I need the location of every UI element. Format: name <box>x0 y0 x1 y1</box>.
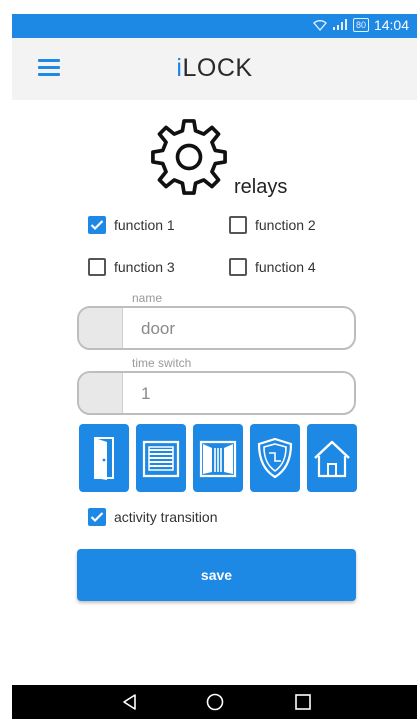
function-2-label: function 2 <box>255 217 316 233</box>
function-1-checkbox[interactable]: function 1 <box>88 216 175 234</box>
name-field[interactable]: door <box>77 306 356 350</box>
door-button[interactable] <box>79 424 129 492</box>
recents-icon[interactable] <box>294 693 312 711</box>
gate-icon <box>199 440 237 478</box>
app-title-rest: LOCK <box>182 54 253 82</box>
signal-icon <box>332 19 347 30</box>
gate-button[interactable] <box>193 424 243 492</box>
function-4-label: function 4 <box>255 259 316 275</box>
function-4-checkbox[interactable]: function 4 <box>229 258 316 276</box>
status-time: 14:04 <box>373 17 409 33</box>
checkbox-checked-icon <box>88 216 106 234</box>
time-switch-field-label: time switch <box>132 356 192 370</box>
activity-transition-checkbox[interactable]: activity transition <box>88 508 217 526</box>
shield-icon <box>257 437 293 479</box>
wifi-icon <box>313 20 327 31</box>
save-button[interactable]: save <box>77 549 356 601</box>
house-icon <box>314 440 350 478</box>
garage-icon <box>142 440 180 478</box>
time-switch-field-value: 1 <box>141 384 151 403</box>
name-field-label: name <box>132 291 163 305</box>
checkbox-icon <box>229 216 247 234</box>
checkbox-icon <box>229 258 247 276</box>
house-button[interactable] <box>307 424 357 492</box>
section-title: relays <box>234 176 288 198</box>
checkbox-checked-icon <box>88 508 106 526</box>
function-3-label: function 3 <box>114 259 175 275</box>
garage-button[interactable] <box>136 424 186 492</box>
home-icon[interactable] <box>206 693 224 711</box>
name-field-value: door <box>141 319 176 338</box>
checkbox-icon <box>88 258 106 276</box>
status-bar: 80 14:04 <box>12 14 417 38</box>
activity-transition-label: activity transition <box>114 509 218 525</box>
status-icons: 80 14:04 <box>313 17 409 33</box>
navigation-bar <box>12 685 417 719</box>
function-3-checkbox[interactable]: function 3 <box>88 258 175 276</box>
app-title: iLOCK <box>12 54 417 83</box>
app-bar: iLOCK <box>12 38 417 100</box>
security-button[interactable] <box>250 424 300 492</box>
function-2-checkbox[interactable]: function 2 <box>229 216 316 234</box>
name-field-prefix <box>79 308 123 348</box>
door-icon <box>94 437 114 480</box>
time-switch-field[interactable]: 1 <box>77 371 356 415</box>
gear-icon <box>151 119 227 195</box>
function-1-label: function 1 <box>114 217 175 233</box>
time-switch-field-prefix <box>79 373 123 413</box>
back-icon[interactable] <box>121 693 139 711</box>
battery-indicator: 80 <box>352 18 369 32</box>
